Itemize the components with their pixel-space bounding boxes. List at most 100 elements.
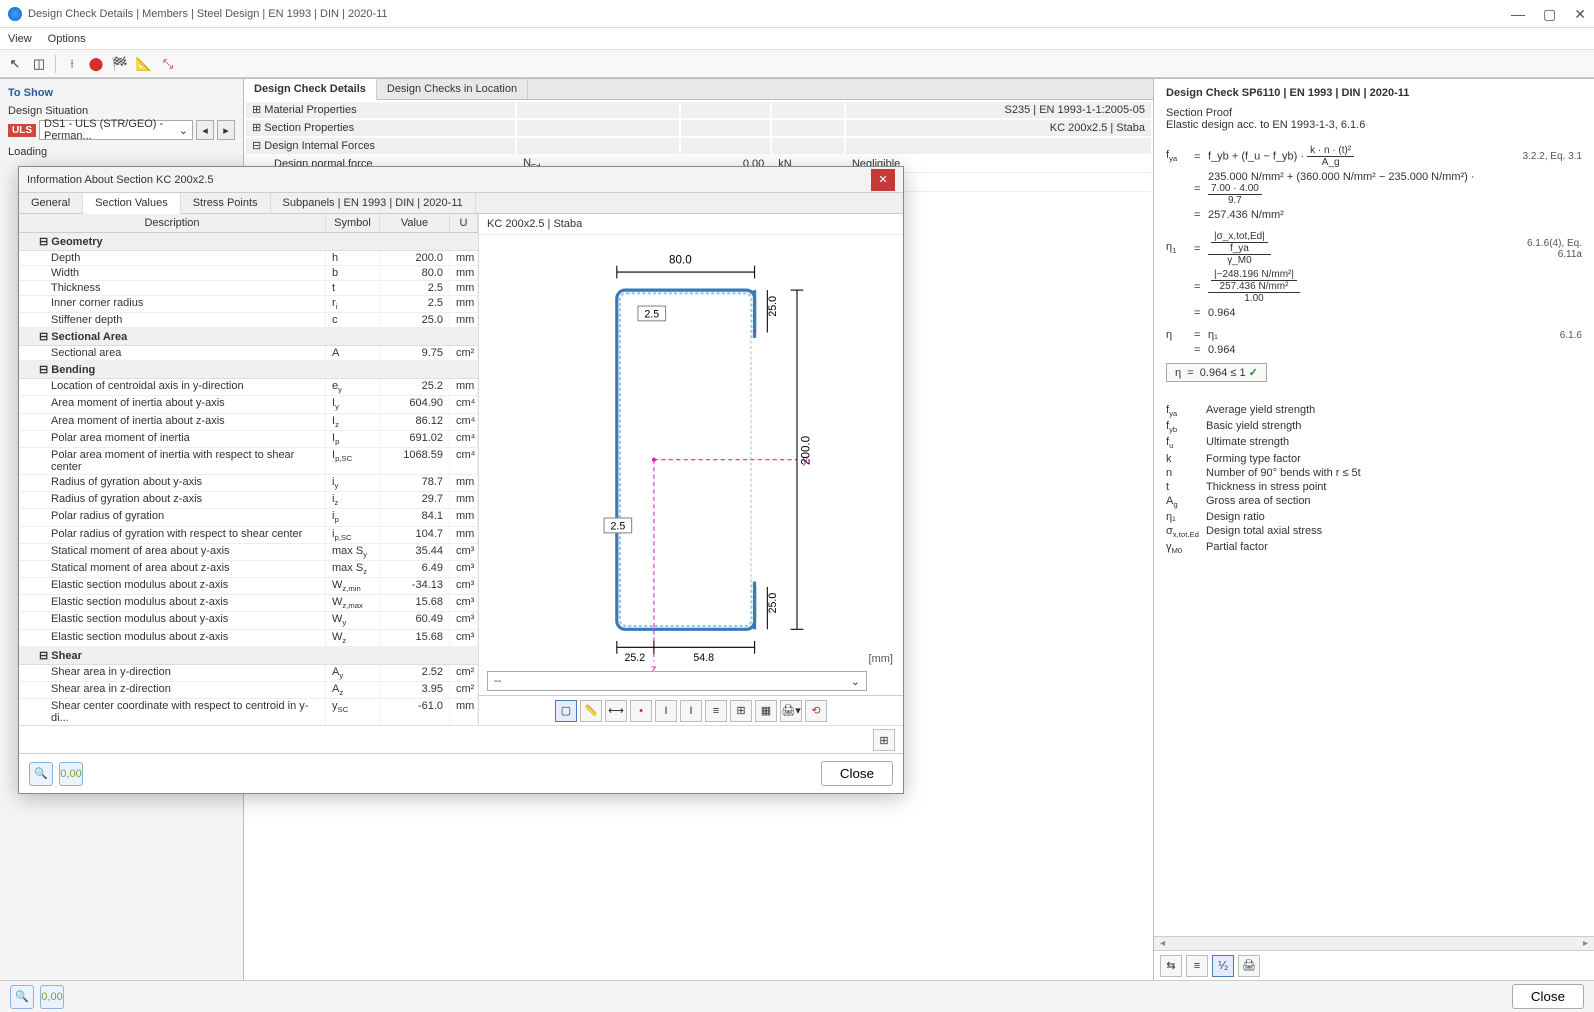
legend-row: tThickness in stress point <box>1166 481 1582 493</box>
tab-design-check-details[interactable]: Design Check Details <box>244 79 377 100</box>
gt-colors-icon[interactable]: ▦ <box>755 700 777 722</box>
modal-title: Information About Section KC 200x2.5 <box>27 174 871 186</box>
table-row: Radius of gyration about z-axisiz29.7mm <box>19 492 478 509</box>
maximize-button[interactable]: ▢ <box>1543 7 1556 21</box>
cat-bending[interactable]: ⊟ Bending <box>19 361 478 379</box>
chevron-down-icon: ⌄ <box>179 124 188 137</box>
cat-shear[interactable]: ⊟ Shear <box>19 647 478 665</box>
gt-layers-icon[interactable]: ≡ <box>705 700 727 722</box>
row-sec-props[interactable]: Section Properties <box>264 122 354 134</box>
gt-grid-icon[interactable]: ⊞ <box>730 700 752 722</box>
table-row: Area moment of inertia about z-axisIz86.… <box>19 414 478 431</box>
gt-print-icon[interactable]: 🖨▾ <box>780 700 802 722</box>
modal-tabs: General Section Values Stress Points Sub… <box>19 193 903 214</box>
next-situation-button[interactable]: ▸ <box>217 120 235 140</box>
legend: fyaAverage yield strengthfybBasic yield … <box>1166 404 1582 555</box>
table-row: Radius of gyration about y-axisiy78.7mm <box>19 475 478 492</box>
rp-tool-2[interactable]: ≡ <box>1186 955 1208 977</box>
titlebar: Design Check Details | Members | Steel D… <box>0 0 1594 28</box>
row-mat-props[interactable]: Material Properties <box>264 104 356 116</box>
svg-text:2.5: 2.5 <box>610 521 625 533</box>
tab-stress-points[interactable]: Stress Points <box>181 193 271 213</box>
table-row: Widthb80.0mm <box>19 266 478 281</box>
cat-sectional-area[interactable]: ⊟ Sectional Area <box>19 328 478 346</box>
rp-tool-print-icon[interactable]: 🖨 <box>1238 955 1260 977</box>
prev-situation-button[interactable]: ◂ <box>196 120 214 140</box>
loading-label: Loading <box>8 146 235 158</box>
design-situation-label: Design Situation <box>8 105 235 117</box>
result-box: η = 0.964 ≤ 1 ✓ <box>1166 363 1267 382</box>
minimize-button[interactable]: — <box>1511 7 1525 21</box>
tool-select-icon[interactable]: ↖ <box>4 53 26 75</box>
menu-view[interactable]: View <box>8 33 32 45</box>
section-values-table: Description Symbol Value U ⊟ Geometry De… <box>19 214 479 725</box>
gt-outline-icon[interactable]: ▢ <box>555 700 577 722</box>
footer-units-icon[interactable]: 0,00 <box>40 985 64 1009</box>
h-scrollbar[interactable]: ◂▸ <box>1154 936 1594 950</box>
gt-points-icon[interactable]: • <box>630 700 652 722</box>
section-drawing: 80.0 y z <box>479 235 903 695</box>
section-proof-label: Section Proof <box>1166 107 1582 119</box>
tool-beam-icon[interactable]: ⟊ <box>61 53 83 75</box>
tab-design-checks-location[interactable]: Design Checks in Location <box>377 79 528 99</box>
table-row: Polar radius of gyrationip84.1mm <box>19 509 478 526</box>
cat-geometry[interactable]: ⊟ Geometry <box>19 233 478 251</box>
gt-ibeam2-icon[interactable]: I <box>680 700 702 722</box>
tool-axes-icon[interactable]: ⤡ <box>157 53 179 75</box>
gt-dims-icon[interactable]: 📏 <box>580 700 602 722</box>
main-footer: 🔍 0,00 Close <box>0 980 1594 1012</box>
geom-title: KC 200x2.5 | Staba <box>479 214 903 235</box>
legend-row: σx,tot,EdDesign total axial stress <box>1166 525 1582 539</box>
modal-close-button[interactable]: ✕ <box>871 169 895 191</box>
footer-search-icon[interactable]: 🔍 <box>10 985 34 1009</box>
row-dif[interactable]: Design Internal Forces <box>264 140 375 152</box>
rp-tool-3[interactable]: ⅟₂ <box>1212 955 1234 977</box>
tool-window-icon[interactable]: ◫ <box>28 53 50 75</box>
geom-toolbar: ▢ 📏 ⟷ • I I ≡ ⊞ ▦ 🖨▾ ⟲ <box>479 695 903 725</box>
table-row: Elastic section modulus about z-axisWz,m… <box>19 595 478 612</box>
window-title: Design Check Details | Members | Steel D… <box>28 8 1511 20</box>
expand-table-icon[interactable]: ⊞ <box>873 729 895 751</box>
close-window-button[interactable]: ✕ <box>1574 7 1586 21</box>
svg-text:2.5: 2.5 <box>644 309 659 321</box>
rp-title: Design Check SP6110 | EN 1993 | DIN | 20… <box>1166 87 1582 99</box>
col-value: Value <box>380 214 450 232</box>
table-row: Shear center coordinate with respect to … <box>19 699 478 725</box>
rp-tool-1[interactable]: ⇆ <box>1160 955 1182 977</box>
menubar: View Options <box>0 28 1594 50</box>
table-row: Elastic section modulus about z-axisWz15… <box>19 630 478 647</box>
modal-close-btn[interactable]: Close <box>821 761 893 786</box>
gt-reset-icon[interactable]: ⟲ <box>805 700 827 722</box>
table-row: Depthh200.0mm <box>19 251 478 266</box>
gt-dims2-icon[interactable]: ⟷ <box>605 700 627 722</box>
modal-units-icon[interactable]: 0,00 <box>59 762 83 786</box>
tool-flag-icon[interactable]: 🏁 <box>109 53 131 75</box>
legend-row: nNumber of 90° bends with r ≤ 5t <box>1166 467 1582 479</box>
col-unit: U <box>450 214 478 232</box>
tool-info-icon[interactable]: ⬤ <box>85 53 107 75</box>
table-row: Shear area in z-directionAz3.95cm² <box>19 682 478 699</box>
legend-row: γM0Partial factor <box>1166 541 1582 555</box>
gt-ibeam1-icon[interactable]: I <box>655 700 677 722</box>
legend-row: AgGross area of section <box>1166 495 1582 509</box>
main-close-button[interactable]: Close <box>1512 984 1584 1009</box>
tab-section-values[interactable]: Section Values <box>83 193 181 214</box>
table-row: Thicknesst2.5mm <box>19 281 478 296</box>
units-label: [mm] <box>869 653 893 665</box>
design-situation-select[interactable]: DS1 - ULS (STR/GEO) - Perman... ⌄ <box>39 120 193 140</box>
svg-text:25.2: 25.2 <box>625 652 646 664</box>
tool-chart-icon[interactable]: 📐 <box>133 53 155 75</box>
legend-row: fybBasic yield strength <box>1166 420 1582 434</box>
modal-search-icon[interactable]: 🔍 <box>29 762 53 786</box>
tab-general[interactable]: General <box>19 193 83 213</box>
section-info-modal: Information About Section KC 200x2.5 ✕ G… <box>18 166 904 794</box>
svg-text:25.0: 25.0 <box>767 593 779 614</box>
uls-badge: ULS <box>8 124 36 137</box>
table-row: Stiffener depthc25.0mm <box>19 313 478 328</box>
tab-subpanels[interactable]: Subpanels | EN 1993 | DIN | 2020-11 <box>271 193 476 213</box>
table-row: Shear area in y-directionAy2.52cm² <box>19 665 478 682</box>
table-row: Location of centroidal axis in y-directi… <box>19 379 478 396</box>
table-row: Polar area moment of inertiaIp691.02cm⁴ <box>19 431 478 448</box>
menu-options[interactable]: Options <box>48 33 86 45</box>
geom-layer-select[interactable]: --⌄ <box>487 671 867 691</box>
